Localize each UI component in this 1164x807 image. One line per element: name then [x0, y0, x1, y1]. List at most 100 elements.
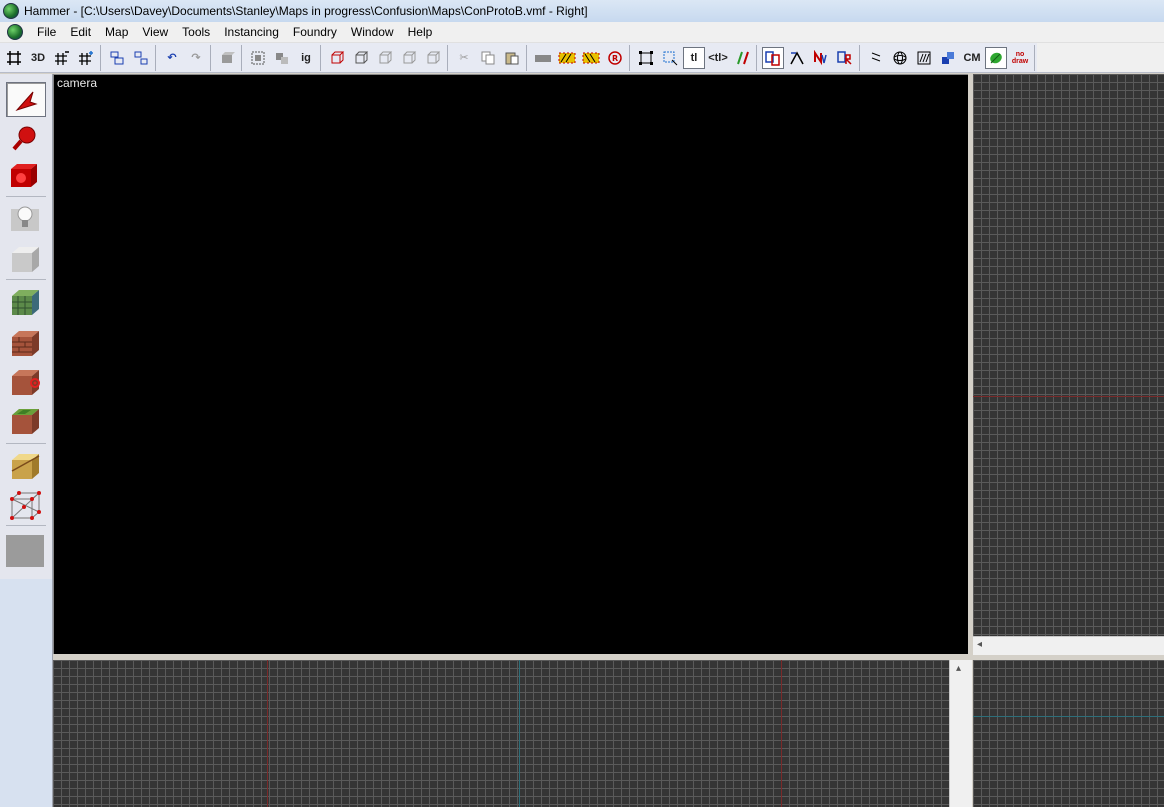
texture-application-tool-button[interactable]: [6, 285, 44, 318]
menu-tools[interactable]: Tools: [175, 22, 217, 42]
toolbar-empty-area: [1037, 43, 1164, 72]
block-icon: [12, 246, 39, 272]
hide-unselected-button[interactable]: [271, 47, 293, 69]
nodraw-toggle-button[interactable]: no draw: [1009, 47, 1031, 69]
green-red-slash-icon: [737, 51, 749, 64]
apply-current-texture-tool-button[interactable]: [6, 326, 44, 359]
clipping-tool-button[interactable]: [6, 449, 44, 482]
redo-button[interactable]: ↷: [185, 47, 207, 69]
menu-instancing[interactable]: Instancing: [217, 22, 286, 42]
selection-toolbar-group: ig: [244, 44, 321, 71]
toggle-3d-grid-button[interactable]: 3D: [27, 47, 49, 69]
show-handles-button[interactable]: [635, 47, 657, 69]
carve-icon: [222, 51, 235, 63]
undo-toolbar-group: ↶ ↷: [158, 44, 211, 71]
overlay-toggle-button[interactable]: [937, 47, 959, 69]
entity-tool-button[interactable]: [6, 201, 44, 234]
wireframe-sphere-button[interactable]: [889, 47, 911, 69]
group-icon: [110, 51, 124, 64]
world-visgroup-button[interactable]: [398, 47, 420, 69]
viewport-label-camera[interactable]: camera: [57, 76, 97, 90]
cordon-button[interactable]: [786, 47, 808, 69]
texture-lock-button[interactable]: [532, 47, 554, 69]
tool-palette: [0, 74, 53, 807]
window-title: Hammer - [C:\Users\Davey\Documents\Stanl…: [24, 4, 588, 18]
texture-lock-scale-button[interactable]: <tl>: [707, 47, 729, 69]
entity-visgroup-button[interactable]: [350, 47, 372, 69]
displacement-button[interactable]: [913, 47, 935, 69]
foliage-toggle-button[interactable]: [985, 46, 1007, 69]
window-titlebar: Hammer - [C:\Users\Davey\Documents\Stanl…: [0, 0, 1164, 23]
clipboard-toolbar-group: ✂: [450, 44, 527, 71]
arrow-pointer-icon: [15, 91, 38, 111]
ladder-icon: [868, 50, 884, 66]
render-toolbar-group: CM no draw: [862, 44, 1035, 71]
scroll-up-arrow-icon[interactable]: ▴: [956, 663, 961, 674]
models-render-button[interactable]: [865, 47, 887, 69]
origin-axis-line: [267, 660, 268, 807]
paste-button[interactable]: [501, 47, 523, 69]
hazard-stripe-icon: [558, 52, 576, 63]
radius-culling-button[interactable]: R: [604, 47, 626, 69]
menu-window[interactable]: Window: [344, 22, 401, 42]
instance-toggle-button[interactable]: [810, 47, 832, 69]
blue-squares-icon: [942, 51, 954, 64]
select-by-handles-button[interactable]: [659, 47, 681, 69]
auto-visgroups-button[interactable]: [762, 46, 784, 69]
menu-help[interactable]: Help: [401, 22, 440, 42]
selection-tool-button[interactable]: [6, 82, 46, 117]
toggle-groups-button[interactable]: [731, 47, 753, 69]
svg-text:R: R: [612, 54, 618, 63]
hide-selected-button[interactable]: [247, 47, 269, 69]
ignore-groups-button[interactable]: ig: [295, 47, 317, 69]
camera-viewport[interactable]: camera: [53, 74, 969, 655]
vertex-tool-button[interactable]: [6, 488, 44, 521]
solid-visgroup-button[interactable]: [374, 47, 396, 69]
handles-toolbar-group: tl <tl>: [632, 44, 757, 71]
gray-block-icon: [535, 54, 551, 62]
wire-cube-icon: [355, 51, 369, 63]
carve-button[interactable]: [216, 47, 238, 69]
origin-axis-line: [519, 660, 520, 807]
origin-axis-line: [781, 660, 782, 807]
texture-lock-rotation-button[interactable]: [580, 47, 602, 69]
block-tool-button[interactable]: [6, 242, 44, 275]
cubemap-button[interactable]: CM: [961, 47, 983, 69]
larger-grid-button[interactable]: [75, 47, 97, 69]
undo-button[interactable]: ↶: [161, 47, 183, 69]
overlay-tool-button[interactable]: [6, 404, 44, 437]
origin-axis-line: [973, 396, 1164, 397]
menu-foundry[interactable]: Foundry: [286, 22, 344, 42]
camera-tool-button[interactable]: [6, 160, 44, 193]
scroll-left-arrow-icon[interactable]: ◂: [977, 639, 982, 650]
menu-map[interactable]: Map: [98, 22, 135, 42]
brush-visgroup-button[interactable]: [326, 47, 348, 69]
menu-edit[interactable]: Edit: [63, 22, 98, 42]
toggle-grid-button[interactable]: [3, 47, 25, 69]
od-icon: [765, 50, 780, 66]
texture-lock-scaling-button[interactable]: [556, 47, 578, 69]
cordon-icon: [790, 50, 804, 64]
bottom-left-2d-viewport[interactable]: [53, 660, 949, 807]
magnify-tool-button[interactable]: [6, 121, 44, 154]
area-portal-toggle-button[interactable]: [834, 47, 856, 69]
menu-file[interactable]: File: [30, 22, 63, 42]
group-button[interactable]: [106, 47, 128, 69]
handles-box-icon: [639, 50, 653, 65]
other-visgroup-button[interactable]: [422, 47, 444, 69]
path-tool-button[interactable]: [6, 534, 44, 567]
decal-tool-button[interactable]: [6, 365, 44, 398]
cut-button[interactable]: ✂: [453, 47, 475, 69]
top-right-horizontal-scrollbar[interactable]: ◂: [973, 636, 1164, 655]
document-system-menu-icon[interactable]: [7, 24, 23, 40]
ungroup-button[interactable]: [130, 47, 152, 69]
copy-button[interactable]: [477, 47, 499, 69]
bottom-right-2d-viewport[interactable]: [973, 660, 1164, 807]
smaller-grid-button[interactable]: [51, 47, 73, 69]
top-right-2d-viewport[interactable]: [973, 74, 1164, 636]
grid-toolbar-group: 3D: [0, 44, 101, 71]
hide-selected-icon: [251, 51, 265, 64]
texture-lock-tl-button[interactable]: tl: [683, 46, 705, 69]
menu-view[interactable]: View: [135, 22, 175, 42]
bottom-left-vertical-scrollbar[interactable]: ▴: [949, 660, 972, 807]
